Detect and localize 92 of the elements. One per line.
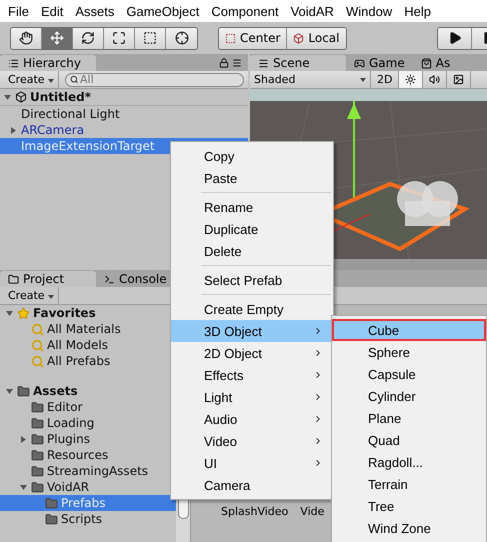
asset-label[interactable]: SplashVideo bbox=[221, 505, 288, 518]
menu-item[interactable]: Edit bbox=[34, 4, 70, 18]
view-tab[interactable]: As bbox=[412, 55, 458, 71]
rotate-tool-button[interactable] bbox=[73, 28, 104, 48]
caret-icon bbox=[48, 295, 54, 299]
transform-icon bbox=[174, 31, 188, 45]
menu-item[interactable]: Ragdoll... bbox=[332, 451, 486, 473]
move-tool-button[interactable] bbox=[42, 28, 73, 48]
hierarchy-item[interactable]: Directional Light bbox=[0, 106, 248, 122]
sun-icon bbox=[405, 74, 416, 85]
menu-item[interactable]: Rename bbox=[171, 196, 333, 218]
menu-item[interactable]: Delete bbox=[171, 240, 333, 262]
rect-icon bbox=[143, 31, 157, 45]
lock-icon[interactable] bbox=[219, 58, 229, 68]
hierarchy-tab[interactable]: Hierarchy bbox=[0, 55, 96, 71]
menu-item[interactable]: Component bbox=[205, 4, 285, 18]
asset-label[interactable]: Vide bbox=[300, 505, 324, 518]
menu-item[interactable]: VoidAR bbox=[284, 4, 340, 18]
menu-item[interactable]: Cube bbox=[332, 319, 486, 341]
menu-item[interactable]: Terrain bbox=[332, 473, 486, 495]
menu-item[interactable]: Cylinder bbox=[332, 385, 486, 407]
folder-icon bbox=[17, 384, 30, 398]
folder-icon bbox=[31, 464, 44, 478]
view-tab[interactable]: Game bbox=[346, 55, 413, 71]
game-icon bbox=[354, 58, 365, 68]
folder-icon bbox=[31, 416, 44, 430]
play-button[interactable] bbox=[438, 28, 472, 48]
menu-item[interactable]: Capsule bbox=[332, 363, 486, 385]
console-icon bbox=[104, 274, 115, 284]
create-button[interactable]: Create bbox=[4, 287, 59, 304]
menu-item[interactable]: Window bbox=[340, 4, 398, 18]
create-button[interactable]: Create bbox=[4, 71, 59, 88]
menu-item[interactable]: Paste bbox=[171, 167, 333, 189]
pivot-button[interactable]: Center bbox=[219, 28, 288, 48]
scene-row[interactable]: Untitled* bbox=[0, 89, 248, 106]
search-icon bbox=[31, 354, 44, 368]
expand-arrow-icon[interactable] bbox=[10, 126, 16, 134]
folder-icon bbox=[31, 480, 44, 494]
folder-icon bbox=[31, 400, 44, 414]
folder-icon bbox=[31, 432, 44, 446]
star-icon bbox=[17, 306, 30, 320]
menu-item[interactable]: File bbox=[2, 4, 35, 18]
expand-arrow-icon[interactable] bbox=[6, 388, 12, 394]
menu-item[interactable]: Sphere bbox=[332, 341, 486, 363]
menu-item[interactable]: Quad bbox=[332, 429, 486, 451]
scale-icon bbox=[112, 31, 126, 45]
search-field[interactable]: All bbox=[64, 72, 244, 86]
list-icon bbox=[8, 58, 19, 68]
panel-tab[interactable]: Project bbox=[0, 271, 96, 287]
move-icon bbox=[50, 31, 64, 45]
transform-tool-button[interactable] bbox=[166, 28, 197, 48]
cube-icon bbox=[293, 32, 304, 44]
shading-dropdown[interactable]: Shaded bbox=[250, 71, 371, 88]
store-icon bbox=[420, 58, 432, 68]
view-tab[interactable]: Scene bbox=[250, 55, 346, 71]
lighting-toggle[interactable] bbox=[399, 71, 424, 88]
menu-item[interactable]: 3D Object bbox=[171, 320, 333, 342]
scene-icon bbox=[258, 58, 269, 68]
scale-tool-button[interactable] bbox=[104, 28, 135, 48]
rotate-icon bbox=[81, 31, 95, 45]
expand-arrow-icon[interactable] bbox=[6, 310, 12, 316]
menu-item[interactable]: Tree bbox=[332, 495, 486, 517]
menu-item[interactable]: Help bbox=[398, 4, 437, 18]
hierarchy-item[interactable]: ARCamera bbox=[0, 122, 248, 138]
search-input[interactable]: All bbox=[80, 73, 239, 86]
panel-menu-icon[interactable] bbox=[232, 58, 242, 68]
caret-icon bbox=[360, 78, 366, 82]
folder-icon bbox=[45, 512, 58, 526]
rect-tool-button[interactable] bbox=[135, 28, 166, 48]
expand-arrow-icon[interactable] bbox=[4, 94, 10, 100]
image-icon bbox=[453, 74, 464, 85]
expand-arrow-icon[interactable] bbox=[20, 484, 26, 490]
menu-item[interactable]: Duplicate bbox=[171, 218, 333, 240]
pivot-button[interactable]: Local bbox=[287, 28, 346, 48]
search-icon bbox=[31, 338, 44, 352]
caret-icon bbox=[48, 79, 54, 83]
expand-arrow-icon[interactable] bbox=[20, 436, 26, 442]
menu-item[interactable]: Assets bbox=[69, 4, 120, 18]
menu-item[interactable]: Wind Zone bbox=[332, 517, 486, 539]
folder-icon bbox=[8, 274, 19, 284]
folder-icon bbox=[31, 448, 44, 462]
menu-item[interactable]: GameObject bbox=[120, 4, 206, 18]
folder-icon bbox=[45, 496, 58, 510]
hand-icon bbox=[19, 31, 33, 45]
speaker-icon bbox=[429, 74, 440, 85]
menu-item[interactable]: Plane bbox=[332, 407, 486, 429]
play-icon bbox=[448, 31, 462, 45]
hand-tool-button[interactable] bbox=[11, 28, 42, 48]
search-icon bbox=[70, 75, 78, 84]
folder-item[interactable]: Scripts bbox=[0, 511, 176, 527]
search-icon bbox=[31, 322, 44, 336]
pivot-icon bbox=[225, 32, 236, 44]
